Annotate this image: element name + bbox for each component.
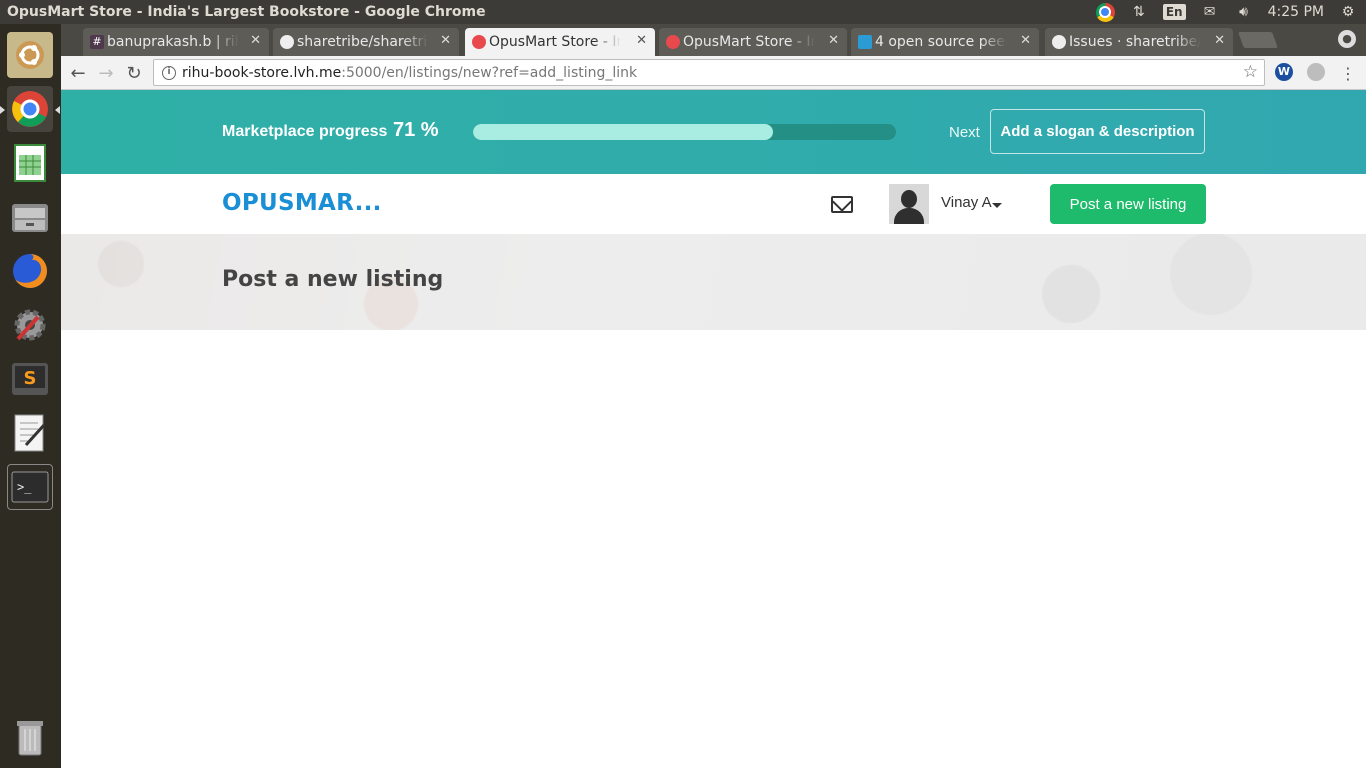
web-page: Marketplace progress 71 % Next Add a slo… bbox=[61, 90, 1366, 768]
launcher: S >_ bbox=[0, 24, 61, 768]
next-label: Next bbox=[949, 124, 980, 141]
close-tab-icon[interactable]: ✕ bbox=[636, 33, 647, 48]
system-settings-icon[interactable] bbox=[7, 302, 53, 348]
volume-icon[interactable]: 🔊︎ bbox=[1234, 3, 1254, 21]
sharetribe-icon bbox=[472, 35, 486, 49]
profile-icon[interactable]: ● bbox=[1338, 30, 1356, 48]
tab-open-source[interactable]: 4 open source peer ✕ bbox=[851, 28, 1039, 56]
site-logo[interactable]: OPUSMAR... bbox=[222, 190, 382, 216]
tab-opusmart-active[interactable]: OpusMart Store - In ✕ bbox=[465, 28, 655, 56]
close-tab-icon[interactable]: ✕ bbox=[250, 33, 261, 48]
tab-slack[interactable]: # banuprakash.b | rih ✕ bbox=[83, 28, 269, 56]
spreadsheet-icon[interactable] bbox=[7, 140, 53, 186]
firefox-icon[interactable] bbox=[7, 248, 53, 294]
close-tab-icon[interactable]: ✕ bbox=[1020, 33, 1031, 48]
chrome-launcher-icon[interactable] bbox=[7, 86, 53, 132]
system-tray: ⇅ En ✉ 🔊︎ 4:25 PM ⚙ bbox=[1095, 0, 1366, 24]
tab-strip: # banuprakash.b | rih ✕ sharetribe/share… bbox=[61, 24, 1366, 56]
marketplace-progress-banner: Marketplace progress 71 % Next Add a slo… bbox=[61, 90, 1366, 174]
avatar[interactable] bbox=[889, 184, 929, 224]
address-bar[interactable]: i rihu-book-store.lvh.me :5000/en/listin… bbox=[153, 59, 1265, 86]
github-icon bbox=[1052, 35, 1066, 49]
new-tab-button[interactable] bbox=[1238, 32, 1278, 48]
svg-text:S: S bbox=[24, 368, 37, 389]
focused-indicator bbox=[55, 106, 60, 114]
chrome-menu-icon[interactable]: ⋮ bbox=[1337, 62, 1359, 84]
globe-extension-icon[interactable] bbox=[1307, 63, 1325, 81]
chevron-down-icon[interactable] bbox=[992, 203, 1002, 208]
mail-tray-icon[interactable]: ✉ bbox=[1200, 3, 1220, 21]
tab-github-issues[interactable]: Issues · sharetribe/ ✕ bbox=[1045, 28, 1233, 56]
wordpress-extension-icon[interactable]: W bbox=[1275, 63, 1293, 81]
back-arrow-icon[interactable]: ← bbox=[67, 62, 89, 84]
github-icon bbox=[280, 35, 294, 49]
progress-fill bbox=[473, 124, 774, 140]
site-icon bbox=[858, 35, 872, 49]
top-panel: OpusMart Store - India's Largest Booksto… bbox=[0, 0, 1366, 24]
settings-gear-icon[interactable]: ⚙ bbox=[1338, 3, 1358, 21]
inbox-mail-icon[interactable] bbox=[831, 196, 853, 213]
site-info-icon[interactable]: i bbox=[162, 65, 176, 80]
clock[interactable]: 4:25 PM bbox=[1268, 4, 1324, 20]
page-title: Post a new listing bbox=[222, 267, 444, 292]
progress-percent: 71 % bbox=[393, 119, 439, 141]
text-editor-icon[interactable] bbox=[7, 410, 53, 456]
network-icon[interactable]: ⇅ bbox=[1129, 3, 1149, 21]
ubuntu-dash-icon[interactable] bbox=[7, 32, 53, 78]
file-manager-icon[interactable] bbox=[7, 194, 53, 240]
tab-opusmart[interactable]: OpusMart Store - In ✕ bbox=[659, 28, 847, 56]
close-tab-icon[interactable]: ✕ bbox=[440, 33, 451, 48]
keyboard-layout-indicator[interactable]: En bbox=[1162, 4, 1186, 20]
post-new-listing-button[interactable]: Post a new listing bbox=[1050, 184, 1206, 224]
add-slogan-button[interactable]: Add a slogan & description bbox=[990, 109, 1205, 154]
progress-label: Marketplace progress bbox=[222, 123, 388, 140]
progress-track bbox=[473, 124, 896, 140]
terminal-icon[interactable]: >_ bbox=[7, 464, 53, 510]
chrome-tray-icon[interactable] bbox=[1095, 2, 1115, 22]
trash-icon[interactable] bbox=[7, 714, 53, 760]
forward-arrow-icon[interactable]: → bbox=[95, 62, 117, 84]
slack-icon: # bbox=[90, 35, 104, 49]
browser-toolbar: ← → ↻ i rihu-book-store.lvh.me :5000/en/… bbox=[61, 56, 1366, 90]
page-hero: Post a new listing bbox=[61, 234, 1366, 330]
svg-text:>_: >_ bbox=[17, 480, 32, 494]
close-tab-icon[interactable]: ✕ bbox=[1214, 33, 1225, 48]
tab-github-sharetribe[interactable]: sharetribe/sharetri ✕ bbox=[273, 28, 459, 56]
window-title: OpusMart Store - India's Largest Booksto… bbox=[7, 4, 486, 20]
bookmark-star-icon[interactable]: ☆ bbox=[1243, 62, 1258, 82]
user-menu-name[interactable]: Vinay A bbox=[941, 194, 992, 211]
url-host: rihu-book-store.lvh.me bbox=[182, 64, 342, 81]
running-indicator bbox=[0, 106, 5, 114]
url-path: :5000/en/listings/new?ref=add_listing_li… bbox=[341, 64, 638, 81]
close-tab-icon[interactable]: ✕ bbox=[828, 33, 839, 48]
site-header: OPUSMAR... Vinay A Post a new listing bbox=[61, 174, 1366, 234]
sublime-text-icon[interactable]: S bbox=[7, 356, 53, 402]
sharetribe-icon bbox=[666, 35, 680, 49]
reload-icon[interactable]: ↻ bbox=[123, 62, 145, 84]
